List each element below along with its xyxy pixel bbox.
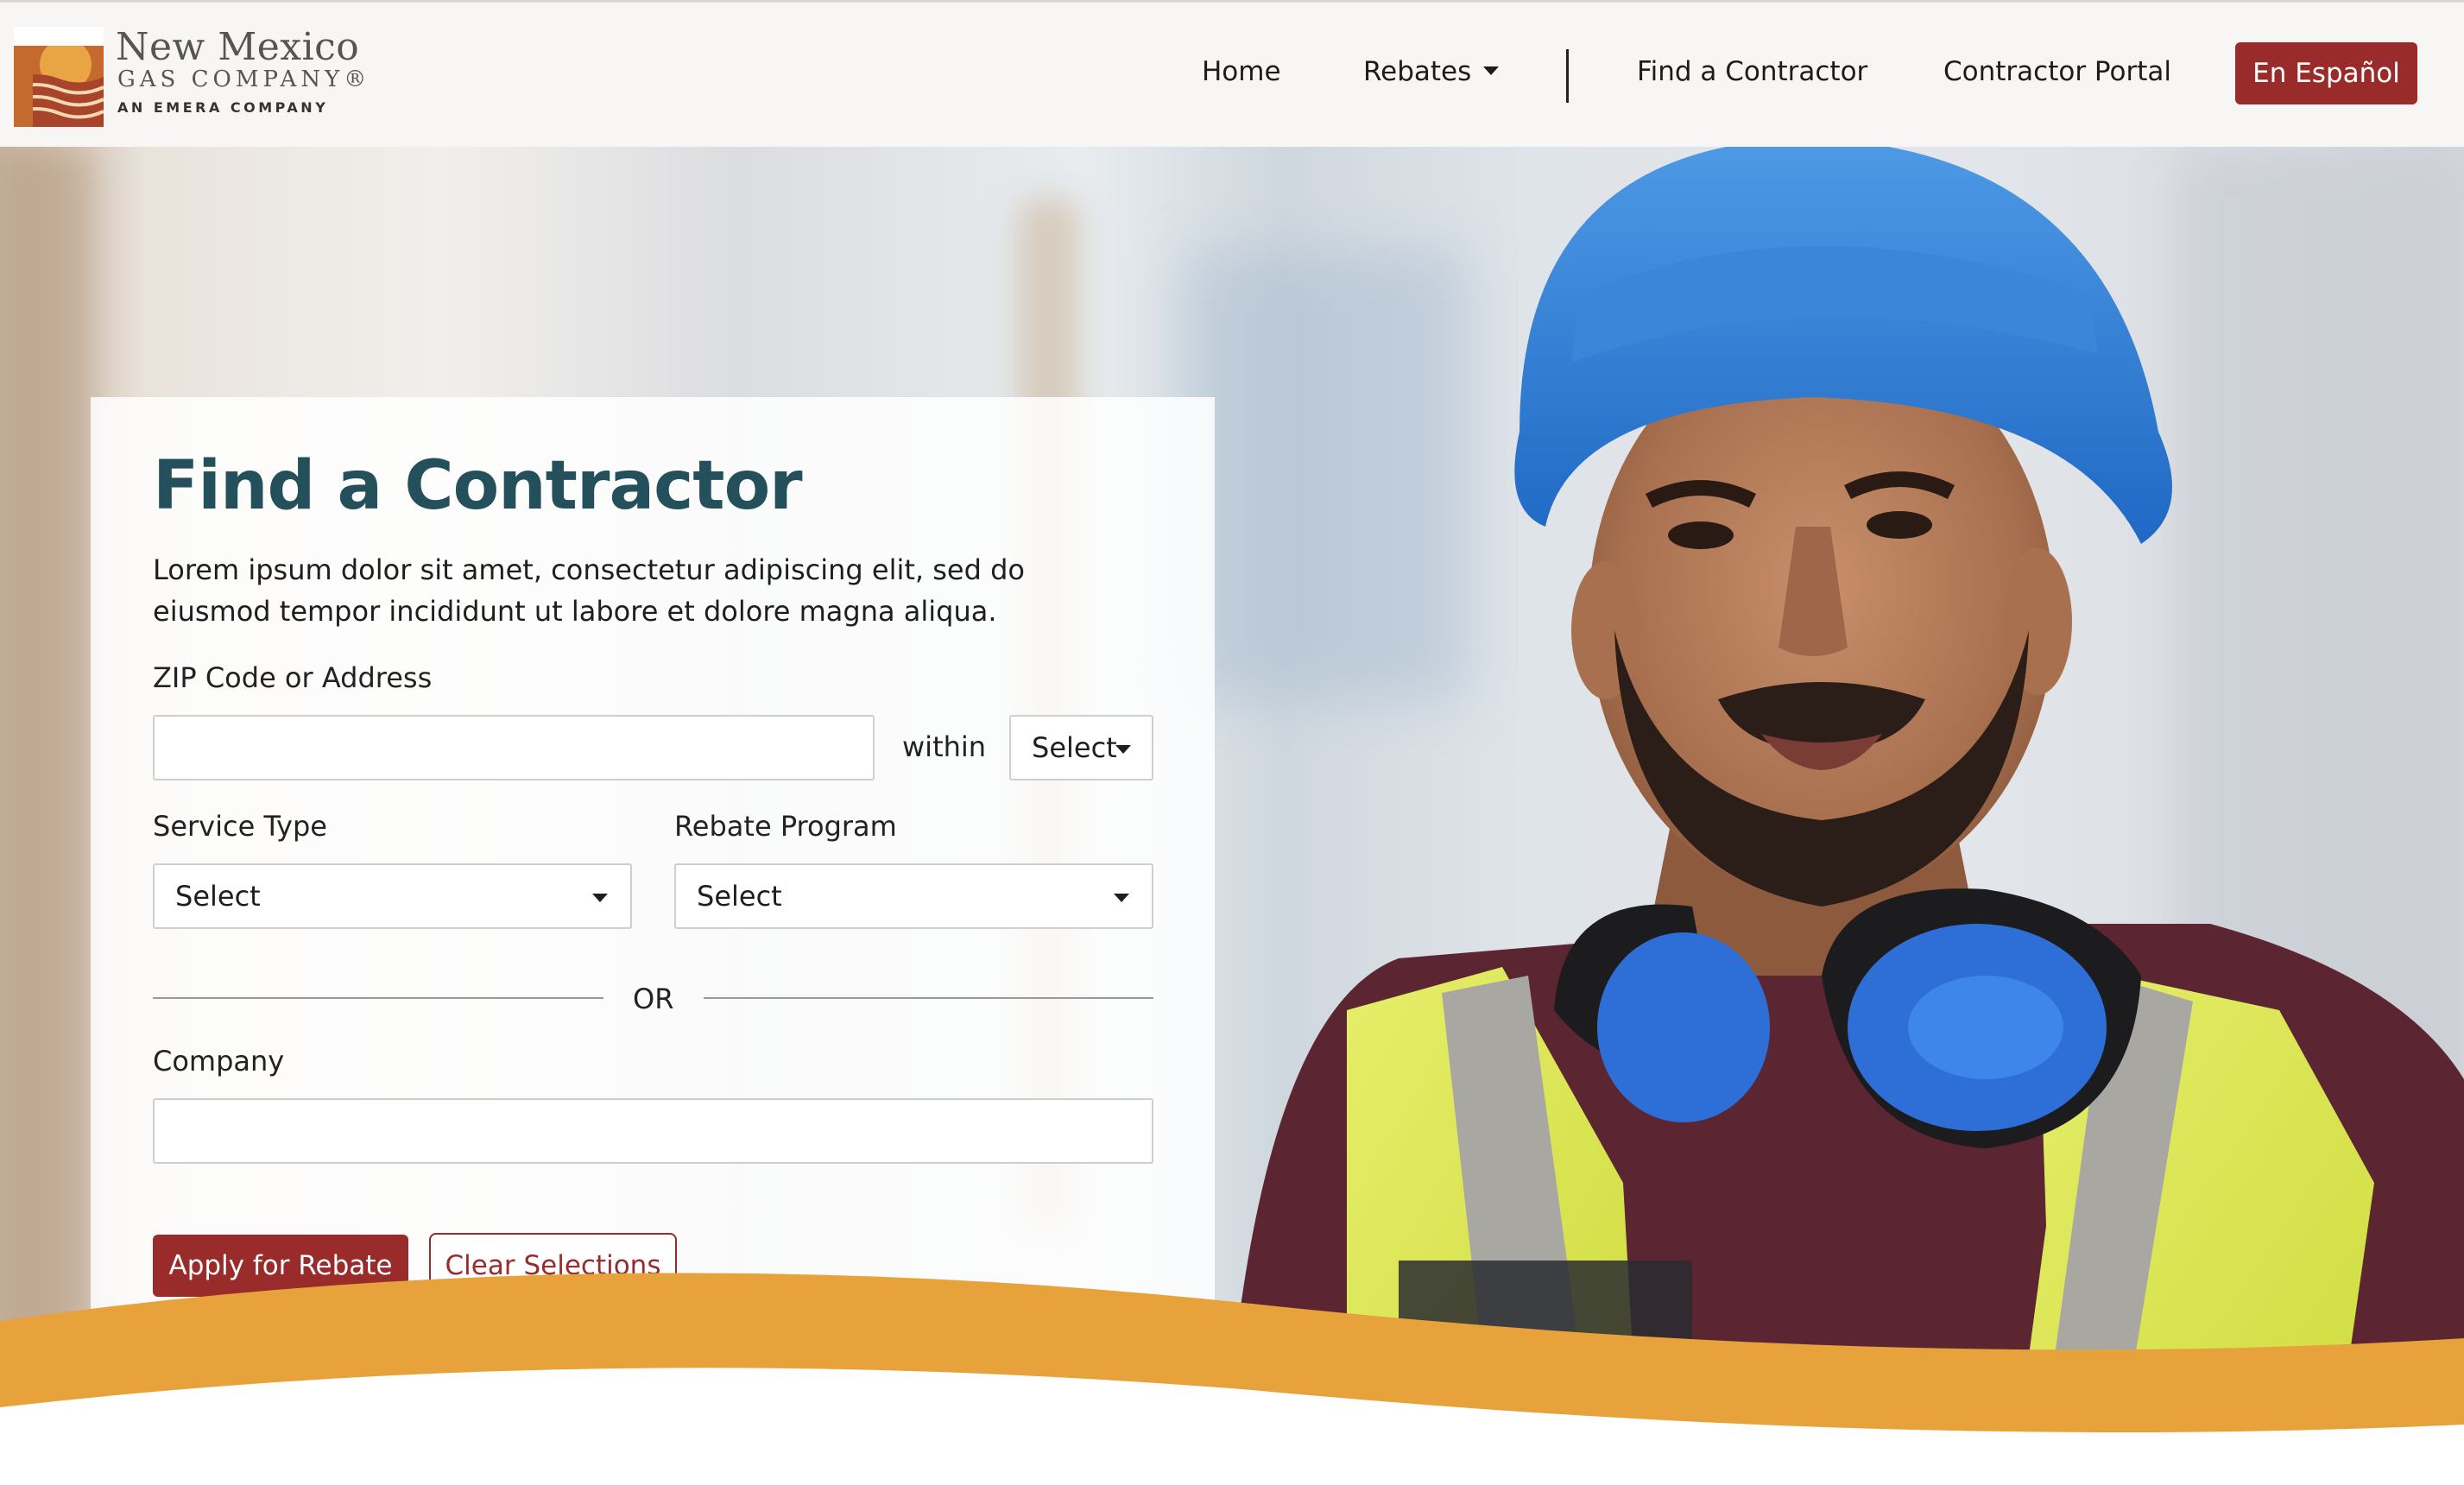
or-separator-text: OR <box>633 983 674 1015</box>
site-header: New Mexico GAS COMPANY® AN EMERA COMPANY… <box>0 0 2464 147</box>
nav-rebates-label: Rebates <box>1363 56 1472 87</box>
page-title: Find a Contractor <box>153 447 803 525</box>
distance-select[interactable]: Select <box>1009 715 1153 780</box>
company-input[interactable] <box>153 1098 1153 1164</box>
logo-sun-mark-icon <box>14 27 104 127</box>
logo-tagline: AN EMERA COMPANY <box>117 99 329 116</box>
page-description: Lorem ipsum dolor sit amet, consectetur … <box>153 553 1025 628</box>
logo-subtitle: GAS COMPANY® <box>117 66 371 92</box>
company-label: Company <box>153 1045 285 1077</box>
caret-down-icon <box>592 894 608 902</box>
within-label: within <box>902 730 987 763</box>
rebate-program-label: Rebate Program <box>674 810 897 843</box>
service-type-label: Service Type <box>153 810 327 843</box>
spanish-language-button[interactable]: En Español <box>2235 42 2417 104</box>
logo-title: New Mexico <box>116 25 360 69</box>
nav-home-link[interactable]: Home <box>1202 56 1281 87</box>
rebate-program-select[interactable]: Select <box>674 863 1153 929</box>
caret-down-icon <box>1483 66 1500 75</box>
service-type-select-value: Select <box>175 880 261 913</box>
zip-label: ZIP Code or Address <box>153 661 433 694</box>
or-divider-right <box>704 997 1153 999</box>
nav-divider <box>1566 49 1569 103</box>
caret-down-icon <box>1114 894 1129 902</box>
decorative-wave <box>0 1273 2464 1485</box>
or-divider-left <box>153 997 603 999</box>
find-contractor-form-card: Find a Contractor Lorem ipsum dolor sit … <box>91 397 1215 1367</box>
rebate-program-select-value: Select <box>697 880 782 913</box>
service-type-select[interactable]: Select <box>153 863 632 929</box>
zip-address-input[interactable] <box>153 715 875 780</box>
nav-contractor-portal-link[interactable]: Contractor Portal <box>1943 56 2171 87</box>
distance-select-value: Select <box>1032 731 1117 764</box>
nav-rebates-dropdown[interactable]: Rebates <box>1363 56 1500 87</box>
nav-find-contractor-link[interactable]: Find a Contractor <box>1637 56 1867 87</box>
company-logo[interactable]: New Mexico GAS COMPANY® AN EMERA COMPANY <box>14 25 366 130</box>
caret-down-icon <box>1115 745 1131 754</box>
